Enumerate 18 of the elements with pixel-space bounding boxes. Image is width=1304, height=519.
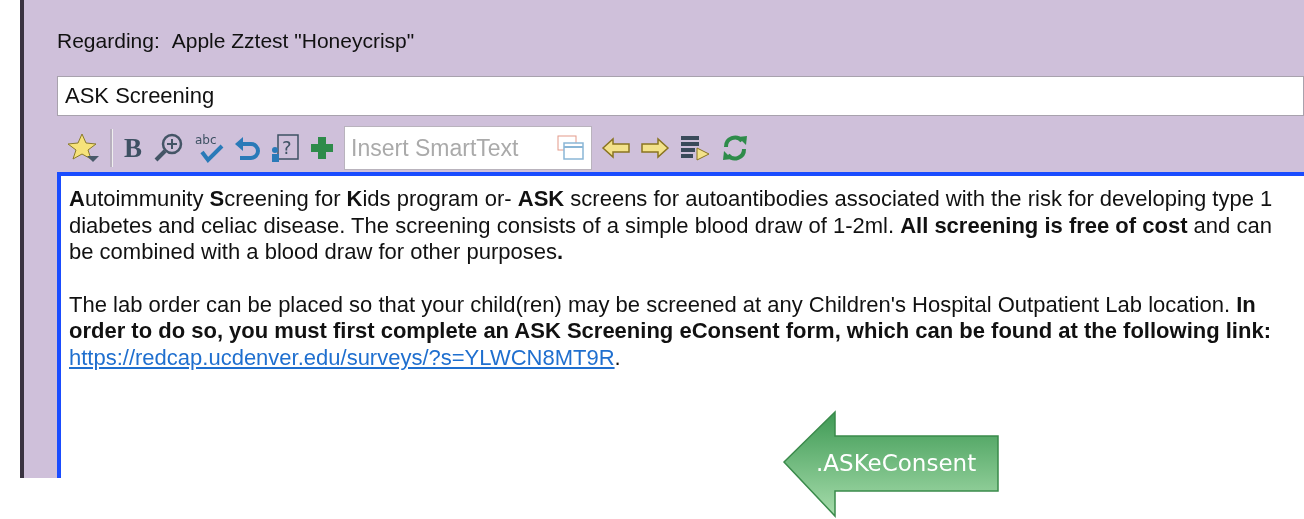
refresh-icon[interactable] — [720, 133, 750, 163]
zoom-in-icon[interactable] — [153, 132, 185, 164]
note-paragraph: Autoimmunity Screening for Kids program or- ASK screens for autoantibodies associated with the risk for developing type 1 diabetes and celiac disease. The screening consists of a simple blood draw of 1-2ml. All screening is free of cost and can be combined with a blood draw for other purposes. — [69, 186, 1274, 266]
left-arrow-icon[interactable] — [601, 137, 631, 159]
undo-icon[interactable] — [233, 134, 261, 162]
plus-icon[interactable] — [309, 135, 335, 161]
title-field[interactable]: ASK Screening — [57, 76, 1304, 116]
regarding-value: Apple Zztest "Honeycrisp" — [171, 29, 415, 53]
list-arrow-icon[interactable] — [679, 134, 711, 162]
window-stack-icon[interactable] — [557, 135, 585, 161]
note-editor[interactable] — [57, 172, 1304, 478]
regarding-label: Regarding: — [57, 29, 160, 53]
right-arrow-icon[interactable] — [640, 137, 670, 159]
star-dropdown-icon[interactable] — [67, 132, 101, 164]
bold-button[interactable]: B — [122, 132, 144, 164]
note-paragraph: The lab order can be placed so that your child(ren) may be screened at any Children's Hospital Outpatient Lab location. In order to do so, you must first complete an ASK Screening eConsent form, which can be found at the following link: https://redcap.ucdenver.edu/surveys/?s=YLWCN8MT9R. — [69, 291, 1272, 371]
consent-link[interactable]: https://redcap.ucdenver.edu/surveys/?s=YLWCN8MT9R — [69, 344, 615, 370]
callout-label: .ASKeConsent — [816, 450, 977, 476]
